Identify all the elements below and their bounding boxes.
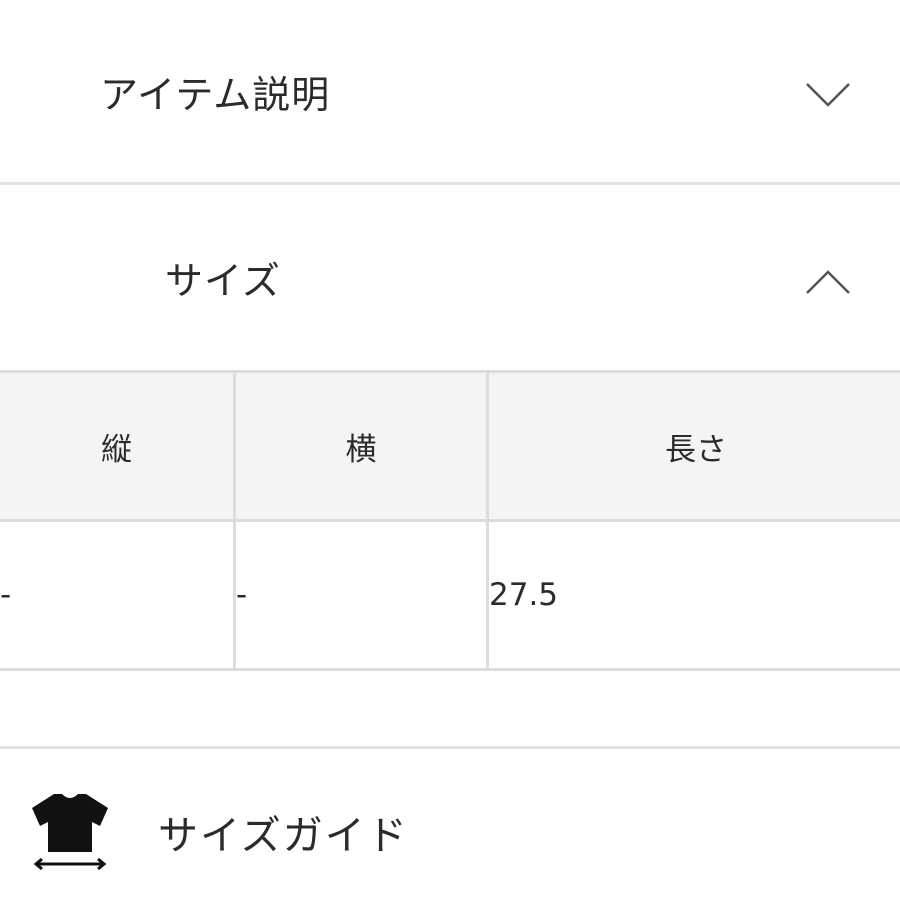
- section-divider: [0, 182, 900, 185]
- size-table: 縦 横 長さ - - 27.5: [0, 370, 900, 671]
- size-guide-link[interactable]: [0, 750, 900, 900]
- cell-width-value: -: [233, 519, 489, 671]
- table-row: - - 27.5: [0, 519, 900, 671]
- header-cell-length: 長さ: [486, 370, 900, 522]
- size-table-header-row: 縦 横 長さ: [0, 370, 900, 522]
- size-title: サイズ: [165, 259, 281, 303]
- cell-height-value: -: [0, 519, 236, 671]
- tshirt-measure-icon: [28, 788, 112, 872]
- item-description-title: アイテム説明: [100, 73, 331, 117]
- header-cell-width: 横: [233, 370, 489, 522]
- chevron-down-icon[interactable]: [803, 80, 853, 110]
- item-description-accordion-header[interactable]: アイテム説明: [0, 0, 900, 183]
- size-guide-label[interactable]: サイズガイド: [158, 803, 409, 861]
- header-cell-height: 縦: [0, 370, 236, 522]
- cell-length-value: 27.5: [486, 519, 900, 671]
- section-divider: [0, 746, 900, 749]
- chevron-up-icon[interactable]: [803, 267, 853, 297]
- size-accordion-header[interactable]: [0, 186, 900, 372]
